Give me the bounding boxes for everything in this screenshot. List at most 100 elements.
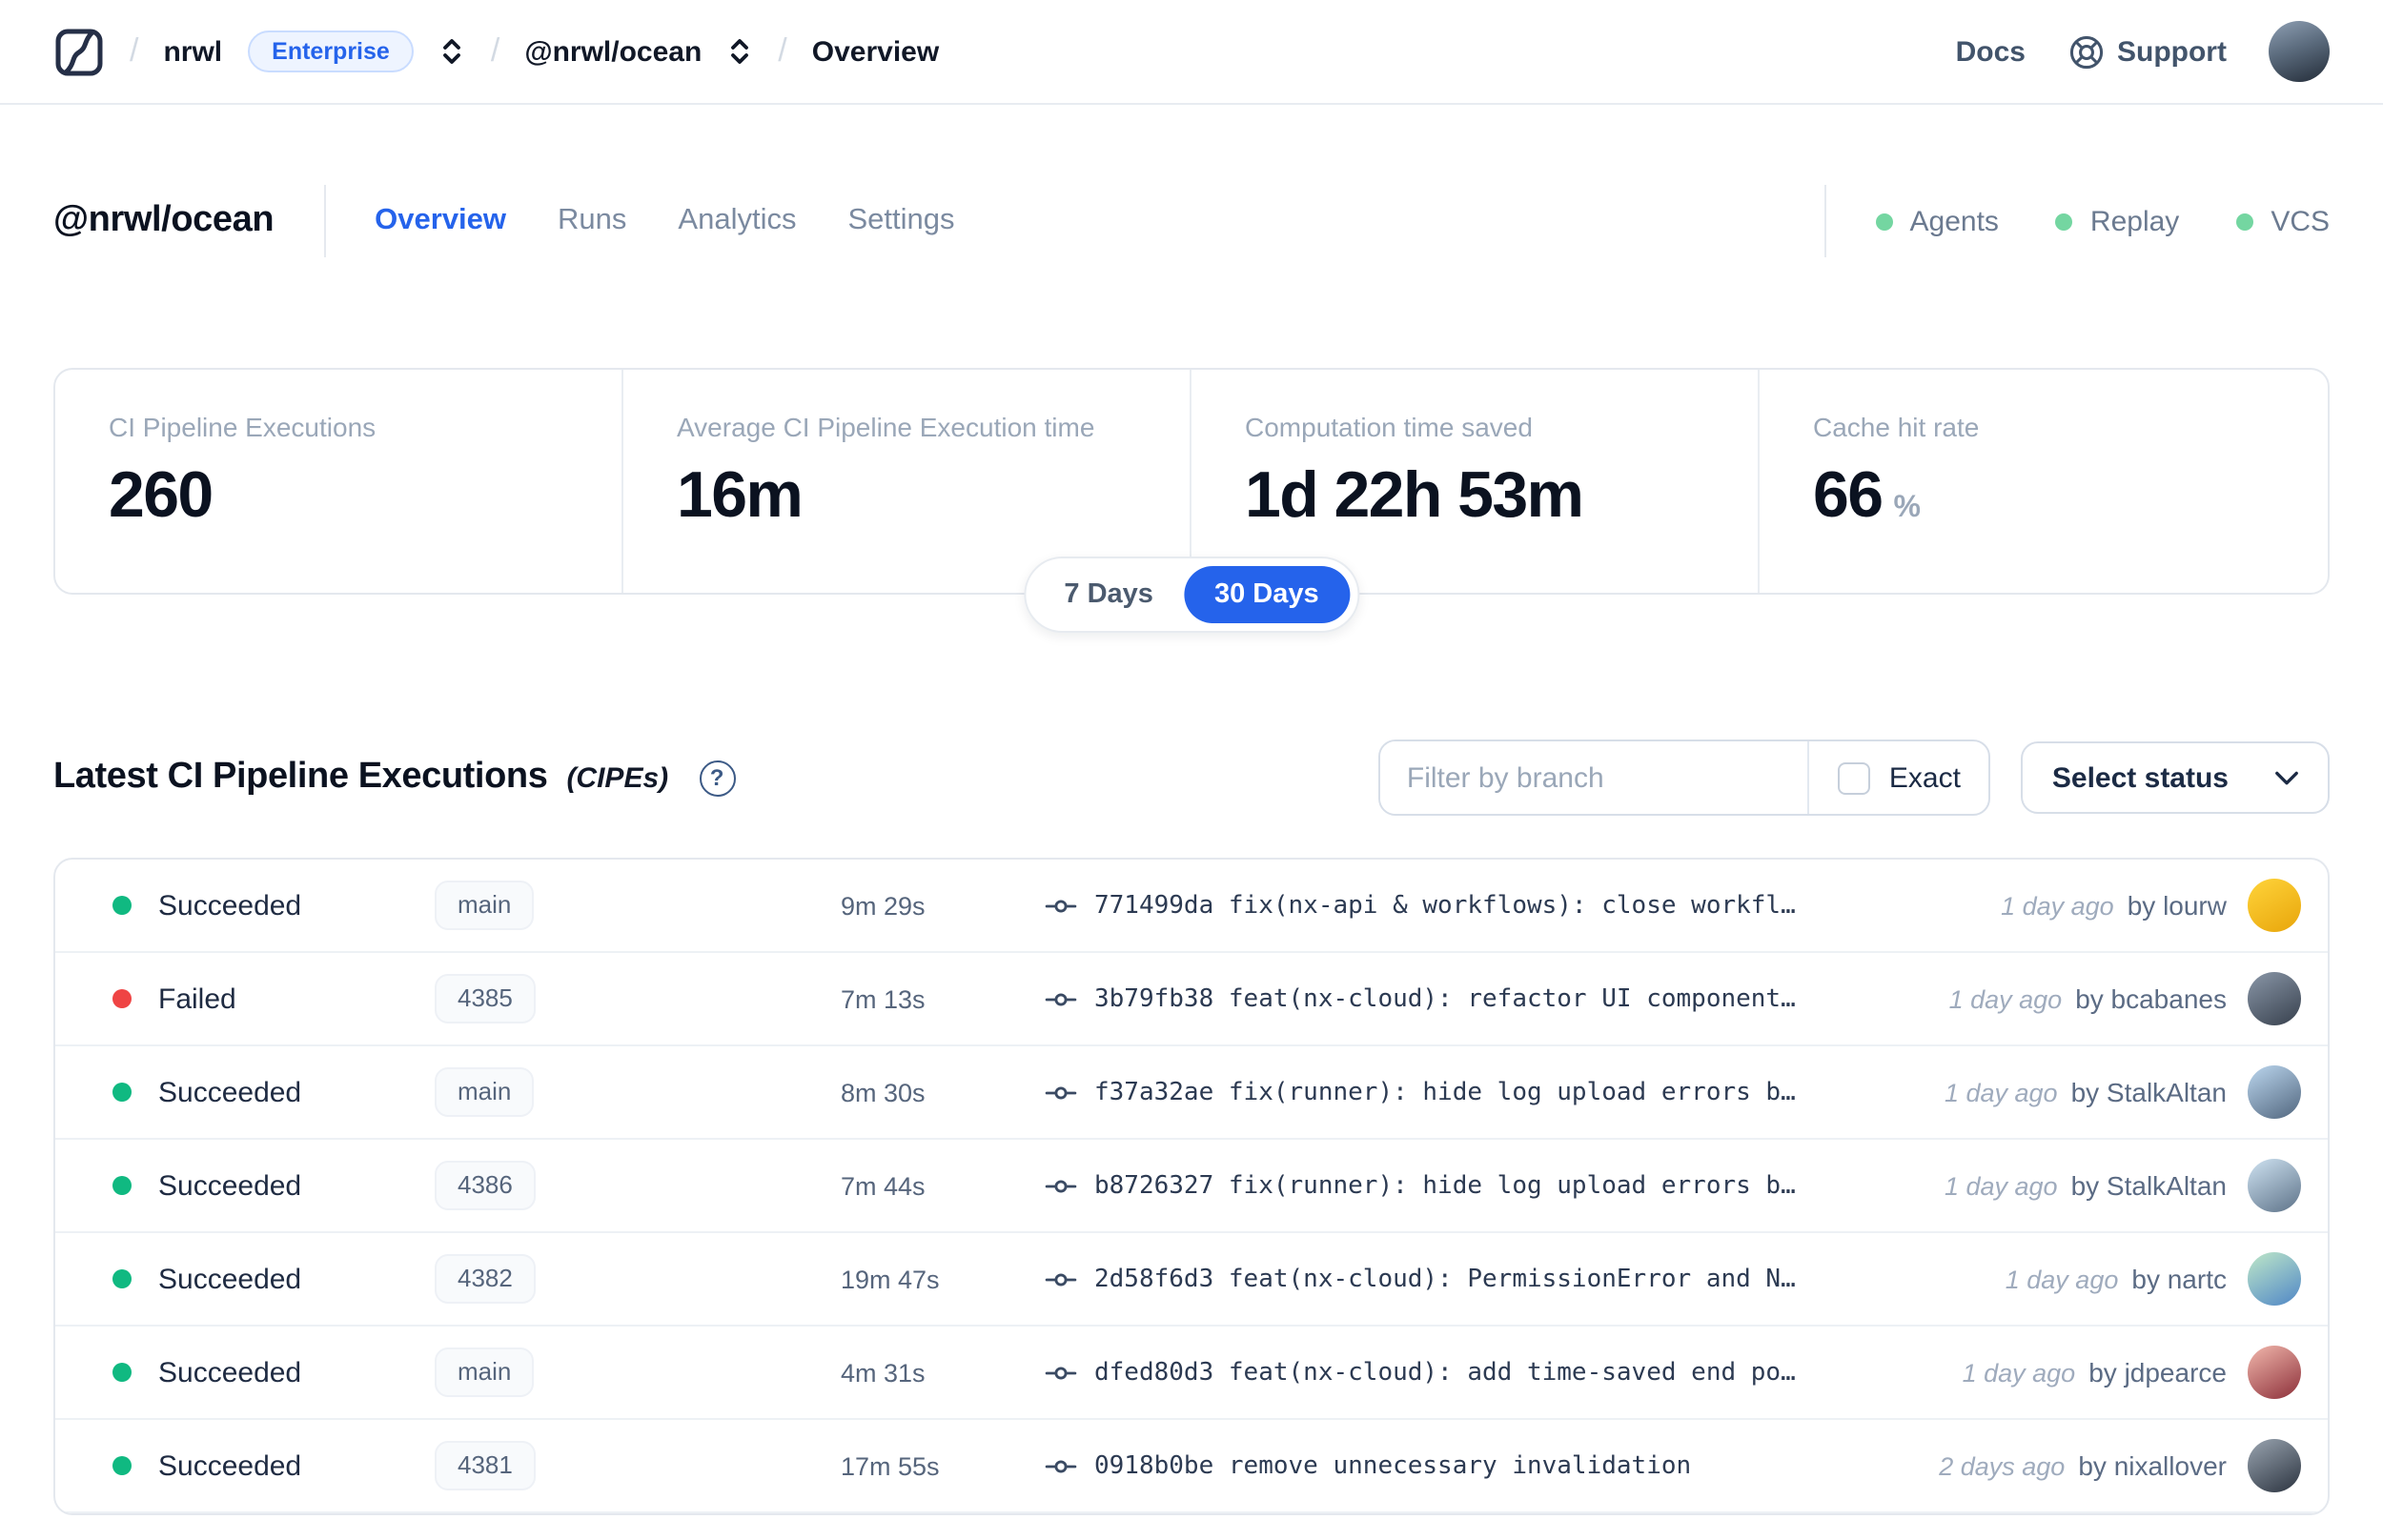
tab-analytics[interactable]: Analytics [678,204,796,238]
support-link[interactable]: Support [2067,33,2227,70]
cipe-row[interactable]: Succeeded 4381 17m 55s 0918b0be remove u… [55,1420,2328,1513]
cipe-row[interactable]: Succeeded main 9m 29s 771499da fix(nx-ap… [55,860,2328,953]
exact-checkbox[interactable] [1837,761,1870,794]
commit-cell[interactable]: b8726327 fix(runner): hide log upload er… [1045,1169,1945,1202]
chevron-down-icon [2274,769,2299,786]
row-avatar[interactable] [2248,1252,2301,1306]
git-commit-icon [1045,983,1077,1015]
branch-badge[interactable]: main [435,880,535,931]
commit-text: 2d58f6d3 feat(nx-cloud): PermissionError… [1094,1265,1796,1293]
docs-link[interactable]: Docs [1956,35,2026,68]
git-commit-icon [1045,1169,1077,1202]
commit-cell[interactable]: dfed80d3 feat(nx-cloud): add time-saved … [1045,1356,1963,1388]
row-avatar[interactable] [2248,972,2301,1025]
status-dot [112,896,132,915]
git-commit-icon [1045,1263,1077,1295]
commit-cell[interactable]: 2d58f6d3 feat(nx-cloud): PermissionError… [1045,1263,2006,1295]
breadcrumb-separator: / [778,32,787,69]
user-avatar[interactable] [2269,21,2330,82]
stat-value: 66% [1813,459,1921,532]
row-avatar[interactable] [2248,1439,2301,1492]
commit-cell[interactable]: 3b79fb38 feat(nx-cloud): refactor UI com… [1045,983,1949,1015]
status-cell: Succeeded [55,1169,435,1202]
branch-cell: main [435,1347,841,1398]
cipe-row[interactable]: Succeeded 4382 19m 47s 2d58f6d3 feat(nx-… [55,1233,2328,1327]
git-commit-icon [1045,1449,1077,1482]
status-cell: Succeeded [55,1263,435,1295]
status-label: Succeeded [158,1356,302,1388]
tab-overview[interactable]: Overview [375,204,506,238]
status-cell: Succeeded [55,1449,435,1482]
row-avatar[interactable] [2248,1346,2301,1399]
status-dot-icon [2055,213,2073,230]
breadcrumb-org[interactable]: nrwl [163,35,222,68]
commit-hash[interactable]: dfed80d3 [1094,1358,1213,1387]
cipe-row[interactable]: Succeeded main 8m 30s f37a32ae fix(runne… [55,1046,2328,1140]
branch-badge[interactable]: 4386 [435,1160,536,1211]
row-avatar[interactable] [2248,1065,2301,1119]
status-dot-icon [2236,213,2254,230]
range-option-7-days[interactable]: 7 Days [1033,566,1184,623]
branch-badge[interactable]: main [435,1066,535,1118]
indicator-agents[interactable]: Agents [1875,205,1999,237]
meta-cell: 1 day ago by jdpearce [1963,1346,2328,1399]
tab-runs[interactable]: Runs [558,204,626,238]
time-ago: 1 day ago [1944,1078,2058,1106]
branch-badge[interactable]: main [435,1347,535,1398]
meta-cell: 2 days ago by nixallover [1939,1439,2328,1492]
range-option-30-days[interactable]: 30 Days [1183,566,1350,623]
row-avatar[interactable] [2248,1159,2301,1212]
duration-cell: 19m 47s [841,1265,940,1293]
indicator-replay[interactable]: Replay [2055,205,2179,237]
top-bar-actions: Docs Support [1956,21,2330,82]
stat-value: 16m [677,459,804,532]
commit-cell[interactable]: f37a32ae fix(runner): hide log upload er… [1045,1076,1945,1108]
commit-hash[interactable]: 3b79fb38 [1094,984,1213,1013]
cipe-row[interactable]: Failed 4385 7m 13s 3b79fb38 feat(nx-clou… [55,953,2328,1046]
commit-cell[interactable]: 0918b0be remove unnecessary invalidation [1045,1449,1939,1482]
indicator-vcs[interactable]: VCS [2236,205,2330,237]
status-cell: Succeeded [55,1076,435,1108]
nx-cloud-logo-icon[interactable] [53,26,105,77]
commit-hash[interactable]: b8726327 [1094,1171,1213,1200]
cipe-section-title-suffix: (CIPEs) [566,761,669,794]
support-label: Support [2117,35,2227,68]
divider [323,185,326,257]
branch-badge[interactable]: 4385 [435,973,536,1024]
cipe-filters: Exact Select status [1377,740,2330,816]
workspace-title: @nrwl/ocean [53,200,275,240]
commit-hash[interactable]: 0918b0be [1094,1451,1213,1480]
branch-cell: 4386 [435,1160,841,1211]
commit-hash[interactable]: 771499da [1094,891,1213,920]
commit-message: remove unnecessary invalidation [1228,1451,1692,1480]
org-switcher-icon[interactable] [439,36,466,67]
workspace-switcher-icon[interactable] [726,36,753,67]
commit-message: fix(runner): hide log upload errors b… [1228,1078,1796,1106]
commit-cell[interactable]: 771499da fix(nx-api & workflows): close … [1045,889,2001,922]
duration-cell: 7m 44s [841,1171,926,1200]
author: by jdpearce [2088,1357,2227,1388]
branch-filter-input[interactable] [1379,741,1807,814]
commit-text: 0918b0be remove unnecessary invalidation [1094,1451,1691,1480]
commit-hash[interactable]: f37a32ae [1094,1078,1213,1106]
status-select-label: Select status [2051,761,2229,794]
breadcrumb-workspace[interactable]: @nrwl/ocean [524,35,702,68]
cipe-row[interactable]: Succeeded 4386 7m 44s b8726327 fix(runne… [55,1140,2328,1233]
row-avatar[interactable] [2248,879,2301,932]
branch-badge[interactable]: 4382 [435,1253,536,1305]
help-icon[interactable] [699,760,736,796]
exact-match-toggle[interactable]: Exact [1806,741,1989,814]
breadcrumb-page: Overview [811,35,940,68]
commit-text: f37a32ae fix(runner): hide log upload er… [1094,1078,1796,1106]
commit-text: 771499da fix(nx-api & workflows): close … [1094,891,1796,920]
status-select-dropdown[interactable]: Select status [2021,741,2330,814]
time-ago: 1 day ago [1962,1358,2076,1387]
cipe-row[interactable]: Succeeded main 4m 31s dfed80d3 feat(nx-c… [55,1327,2328,1420]
author: by nixallover [2078,1450,2227,1481]
commit-hash[interactable]: 2d58f6d3 [1094,1265,1213,1293]
divider [1823,185,1826,257]
branch-cell: 4385 [435,973,841,1024]
meta-cell: 1 day ago by lourw [2001,879,2328,932]
tab-settings[interactable]: Settings [847,204,954,238]
branch-badge[interactable]: 4381 [435,1440,536,1491]
